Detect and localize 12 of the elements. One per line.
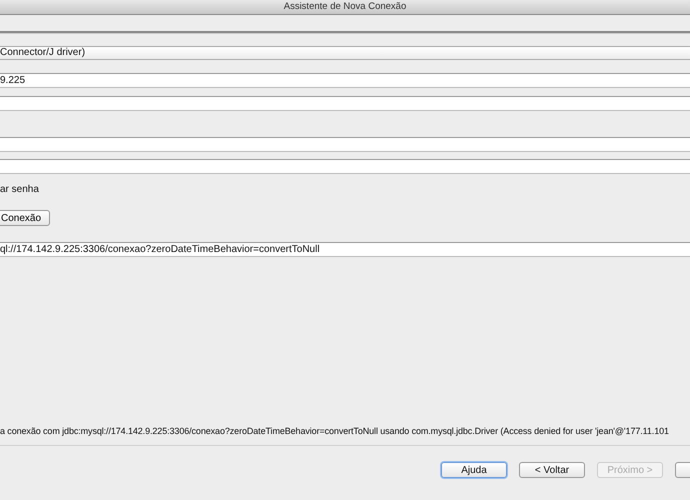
test-connection-button[interactable]: Conexão xyxy=(0,210,50,226)
input-field[interactable] xyxy=(0,159,690,174)
driver-dropdown[interactable]: Connector/J driver) xyxy=(0,46,690,60)
url-field[interactable]: ql://174.142.9.225:3306/conexao?zeroDateTimeBehavior=convertToNull xyxy=(0,242,690,257)
input-field[interactable] xyxy=(0,137,690,152)
error-message: a conexão com jdbc:mysql://174.142.9.225:3306/conexao?zeroDateTimeBehavior=convertToNull usando com.mysql.jdbc.Driver (Access denied for user 'jean'@'177.11.101 xyxy=(0,425,670,437)
host-field[interactable]: 9.225 xyxy=(0,73,690,88)
window-title: Assistente de Nova Conexão xyxy=(284,1,406,12)
dialog-button[interactable]: < Voltar xyxy=(519,462,585,478)
dialog-button[interactable]: Ajuda xyxy=(441,462,507,478)
input-field[interactable] xyxy=(0,96,690,111)
remember-password-label[interactable]: ar senha xyxy=(0,184,690,196)
